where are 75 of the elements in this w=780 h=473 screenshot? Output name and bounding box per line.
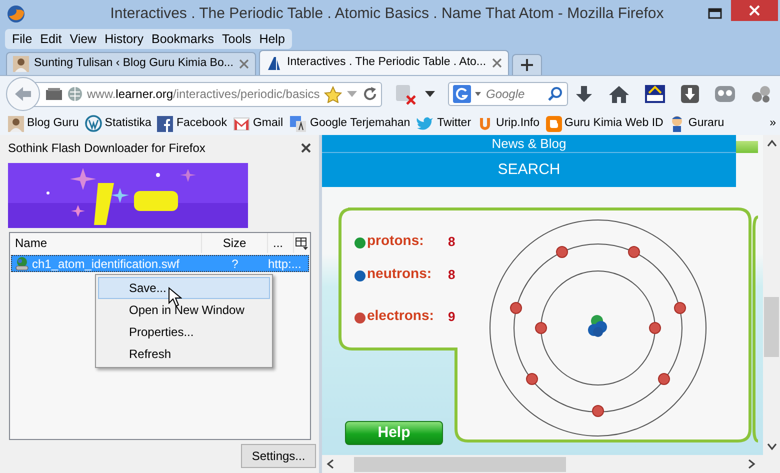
menu-item[interactable]: Bookmarks	[147, 28, 218, 50]
menu-item[interactable]: History	[100, 28, 148, 50]
bookmark-item[interactable]: Google Terjemahan	[289, 114, 410, 132]
bookmark-star-icon[interactable]	[324, 86, 342, 102]
vertical-scrollbar[interactable]	[763, 135, 780, 455]
sidebar-title: Sothink Flash Downloader for Firefox	[8, 140, 206, 157]
tab-groups-icon[interactable]	[45, 87, 63, 101]
bookmark-item[interactable]: Blog Guru	[8, 114, 79, 132]
window-title: Interactives . The Periodic Table . Atomic Basics . Name That Atom - Mozilla Firefox	[109, 4, 665, 24]
mouse-cursor-icon	[168, 287, 182, 307]
wordpress-logo-icon	[84, 115, 102, 132]
scroll-thumb[interactable]	[764, 297, 779, 357]
plus-icon	[521, 59, 533, 71]
menu-item[interactable]: Open in New Window	[98, 299, 270, 321]
particle-label: protons:	[367, 231, 424, 250]
bookmark-item[interactable]: Twitter	[416, 114, 472, 132]
search-field[interactable]: Google	[448, 82, 568, 106]
menu-item[interactable]: Tools	[218, 28, 256, 50]
menu-item[interactable]: Properties...	[98, 321, 270, 343]
blogger-logo-icon	[546, 116, 562, 132]
close-icon[interactable]	[492, 58, 502, 68]
url-text: www.learner.org/interactives/periodic/basics	[87, 86, 320, 103]
column-header[interactable]: Size	[202, 233, 268, 253]
close-icon[interactable]	[301, 143, 311, 153]
menu-item[interactable]: View	[66, 28, 101, 50]
horizontal-scrollbar[interactable]	[322, 455, 780, 473]
bookmark-item[interactable]: Facebook	[157, 114, 227, 132]
column-header[interactable]: ...	[268, 233, 294, 253]
translate-icon	[289, 114, 307, 132]
search-input[interactable]: Google	[486, 85, 544, 103]
globe-icon	[67, 86, 83, 102]
reload-icon[interactable]	[362, 86, 378, 102]
particle-count: 8	[448, 266, 456, 284]
menu-item[interactable]: File	[8, 28, 36, 50]
back-arrow-icon	[14, 86, 32, 102]
video-downloader-icon[interactable]	[644, 84, 666, 104]
header-strip	[736, 141, 758, 153]
bubbles-icon[interactable]	[750, 84, 772, 104]
close-button[interactable]	[731, 0, 778, 21]
back-button[interactable]	[6, 77, 40, 111]
browser-tab[interactable]: Sunting Tulisan ‹ Blog Guru Kimia Bo...	[6, 52, 256, 75]
download-box-icon[interactable]	[680, 84, 700, 104]
bird-icon	[416, 116, 434, 131]
search-icon[interactable]	[547, 86, 563, 102]
scroll-thumb[interactable]	[354, 456, 566, 472]
bookmark-item[interactable]: Guru Kimia Web ID	[546, 114, 664, 132]
menu-item[interactable]: Save...	[98, 277, 270, 299]
avatar-icon	[13, 56, 29, 72]
firefox-logo-icon	[6, 4, 26, 24]
robot-face-icon[interactable]	[714, 84, 736, 104]
download-icon[interactable]	[574, 84, 594, 104]
file-icon	[14, 256, 30, 271]
menu-item[interactable]: Refresh	[98, 343, 270, 365]
menu-item[interactable]: Help	[255, 28, 289, 50]
settings-button[interactable]: Settings...	[241, 444, 316, 468]
home-icon[interactable]	[608, 84, 630, 104]
particle-label: neutrons:	[367, 264, 432, 283]
bookmark-item[interactable]: Urip.Info	[477, 114, 540, 132]
search-engine-icon[interactable]	[453, 85, 483, 103]
mail-icon	[232, 116, 250, 130]
bookmark-item[interactable]: Statistika	[84, 114, 152, 132]
new-tab-button[interactable]	[512, 54, 542, 75]
particle-count: 8	[448, 233, 456, 251]
particle-count: 9	[448, 308, 456, 326]
facebook-logo-icon	[157, 116, 174, 132]
site-logo-icon	[266, 55, 282, 71]
avatar-icon	[8, 116, 24, 132]
dropdown-icon[interactable]	[424, 90, 436, 98]
browser-tab[interactable]: Interactives . The Periodic Table . Ato...	[259, 50, 509, 75]
menu-item[interactable]: Edit	[36, 28, 66, 50]
bookmark-item[interactable]: Guraru	[669, 114, 724, 132]
column-header[interactable]: Name	[10, 233, 202, 253]
particle-label: electrons:	[367, 306, 434, 325]
overflow-chevron[interactable]: »	[770, 114, 776, 132]
bookmark-item[interactable]: Gmail	[232, 114, 283, 132]
